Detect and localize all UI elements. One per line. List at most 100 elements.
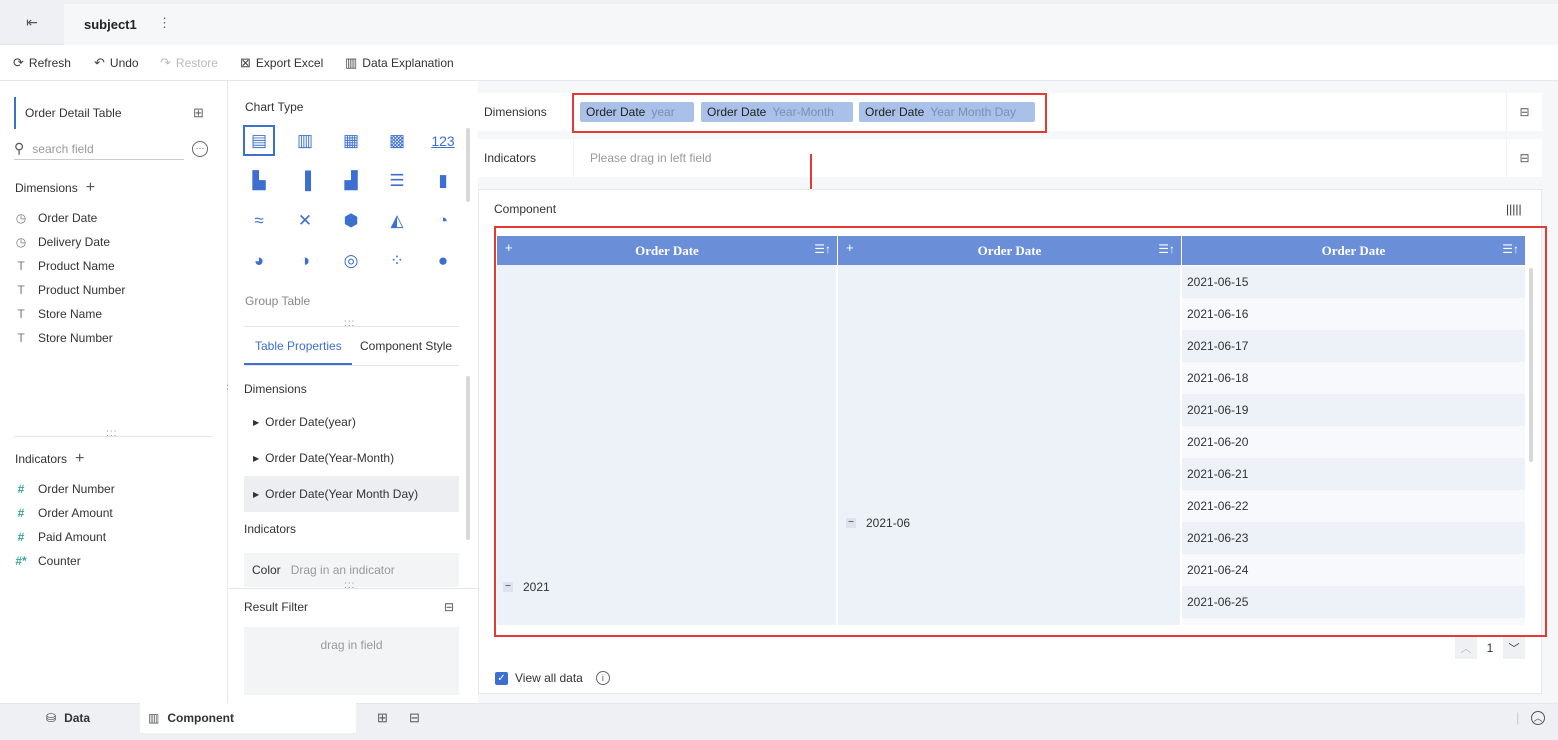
separator: |: [1516, 710, 1520, 725]
prop-dimension-item[interactable]: ▶ Order Date(Year Month Day): [244, 476, 459, 512]
prop-dimension-item[interactable]: ▶ Order Date(year): [244, 404, 459, 440]
line-chart-icon[interactable]: ≈: [243, 205, 275, 236]
gauge-chart-icon[interactable]: ◔: [427, 205, 459, 236]
field-store-name[interactable]: T Store Name: [15, 307, 102, 321]
restore-button[interactable]: ↷ Restore: [160, 55, 218, 71]
field-paid-amount[interactable]: # Paid Amount: [15, 530, 106, 544]
info-icon[interactable]: i: [595, 671, 610, 685]
component-tab[interactable]: ▥ Component: [140, 703, 356, 733]
number-type-icon: #: [17, 530, 25, 544]
search-icon: ⚲: [14, 140, 25, 156]
sunburst-chart-icon[interactable]: ◎: [335, 245, 367, 276]
mid-splitter-2[interactable]: :::: [344, 580, 355, 591]
counter-type-icon: #*: [15, 554, 27, 568]
expand-arrow-icon: ▶: [253, 453, 260, 463]
prev-page-icon[interactable]: ︿: [1455, 637, 1477, 659]
explanation-icon: ▥: [345, 55, 358, 70]
table-selector[interactable]: Order Detail Table: [14, 97, 212, 129]
scatter-chart-icon[interactable]: ⁘: [381, 245, 413, 276]
waterfall-chart-icon[interactable]: ▮: [427, 165, 459, 196]
field-order-number[interactable]: # Order Number: [15, 482, 115, 496]
result-filter-title: Result Filter: [244, 600, 309, 614]
rose-chart-icon[interactable]: ◑: [289, 245, 321, 276]
chart-type-scrollbar[interactable]: [466, 128, 470, 202]
undo-button[interactable]: ↶ Undo: [94, 55, 139, 71]
highlight-box-table: [494, 226, 1547, 637]
dashboard-chart-icon[interactable]: ▩: [381, 125, 413, 156]
prop-dimension-item[interactable]: ▶ Order Date(Year-Month): [244, 440, 459, 476]
expand-arrow-icon: ▶: [253, 417, 260, 427]
refresh-icon: ⟳: [13, 55, 24, 70]
bubble-chart-icon[interactable]: ●: [427, 245, 459, 276]
add-dimension-icon[interactable]: +: [86, 179, 95, 197]
collapse-up-icon[interactable]: ︿: [1531, 711, 1545, 725]
chart-type-title: Chart Type: [245, 100, 304, 114]
indicators-section: Indicators +: [15, 450, 85, 468]
text-type-icon: T: [17, 283, 25, 297]
column-chart-icon[interactable]: ▟: [335, 165, 367, 196]
stacked-bar-chart-icon[interactable]: ▙: [243, 165, 275, 196]
exit-icon[interactable]: ⇤: [20, 14, 44, 32]
dimensions-section: Dimensions +: [15, 179, 96, 197]
detail-table-chart-icon[interactable]: ▦: [335, 125, 367, 156]
number-type-icon: #: [17, 482, 25, 496]
checkbox-checked-icon[interactable]: ✓: [495, 671, 508, 685]
view-all-data[interactable]: ✓ View all data i: [495, 671, 610, 685]
add-dashboard-icon[interactable]: ⊟: [409, 710, 420, 726]
expand-arrow-icon: ▶: [253, 489, 260, 499]
cross-table-chart-icon[interactable]: ▥: [289, 125, 321, 156]
export-excel-button[interactable]: ⊠ Export Excel: [240, 55, 323, 71]
tab-title[interactable]: subject1: [84, 17, 137, 32]
indicators-shelf-label: Indicators: [478, 139, 574, 177]
active-tab-indicator: [244, 363, 352, 365]
field-product-name[interactable]: T Product Name: [15, 259, 114, 273]
add-component-icon[interactable]: ⊞: [377, 710, 388, 726]
text-type-icon: T: [17, 259, 25, 273]
clock-icon: ◷: [15, 235, 27, 249]
page-number: 1: [1486, 641, 1494, 655]
undo-icon: ↶: [94, 55, 105, 70]
divider: [14, 436, 212, 437]
next-page-icon[interactable]: ﹀: [1503, 637, 1525, 659]
data-tab[interactable]: ⛁ Data: [46, 703, 90, 733]
data-explanation-button[interactable]: ▥ Data Explanation: [345, 55, 454, 71]
area-chart-icon[interactable]: ◭: [381, 205, 413, 236]
tab-component-style[interactable]: Component Style: [360, 339, 452, 353]
more-icon[interactable]: ⋮: [158, 15, 171, 31]
field-product-number[interactable]: T Product Number: [15, 283, 125, 297]
chart-icon: ▥: [148, 711, 160, 725]
more-options-icon[interactable]: ···: [192, 141, 208, 157]
field-delivery-date[interactable]: ◷ Delivery Date: [15, 235, 110, 249]
refresh-button[interactable]: ⟳ Refresh: [13, 55, 71, 71]
shelf-settings-icon[interactable]: ⊟: [1506, 139, 1542, 177]
group-table-chart-icon[interactable]: ▤: [243, 125, 275, 156]
field-order-amount[interactable]: # Order Amount: [15, 506, 113, 520]
field-store-number[interactable]: T Store Number: [15, 331, 112, 345]
switch-table-icon[interactable]: ⊞: [193, 105, 204, 121]
kpi-number-icon[interactable]: 123: [427, 125, 459, 156]
panel-splitter[interactable]: :::: [106, 428, 117, 439]
pie-chart-icon[interactable]: ◕: [243, 245, 275, 276]
result-filter-drop-zone[interactable]: drag in field: [244, 627, 459, 695]
tab-table-properties[interactable]: Table Properties: [255, 339, 342, 353]
field-order-date[interactable]: ◷ Order Date: [15, 211, 98, 225]
field-counter[interactable]: #* Counter: [15, 554, 80, 568]
search-field[interactable]: ⚲ search field: [14, 138, 184, 160]
clock-icon: ◷: [15, 211, 27, 225]
multi-line-chart-icon[interactable]: ✕: [289, 205, 321, 236]
toolbar: [0, 45, 1558, 81]
database-icon: ⛁: [46, 711, 57, 725]
radar-chart-icon[interactable]: ⬢: [335, 205, 367, 236]
add-indicator-icon[interactable]: +: [75, 450, 84, 468]
shelf-settings-icon[interactable]: ⊟: [1506, 93, 1542, 131]
prop-dimensions-title: Dimensions: [244, 382, 307, 396]
pagination: ︿ 1 ﹀: [1455, 637, 1525, 659]
tab-subject[interactable]: [64, 4, 1558, 45]
barcode-icon[interactable]: |||||: [1506, 202, 1522, 216]
grouped-bar-chart-icon[interactable]: ▐: [289, 165, 321, 196]
selected-chart-type-label: Group Table: [245, 294, 311, 308]
prop-indicators-title: Indicators: [244, 522, 297, 536]
horizontal-bar-chart-icon[interactable]: ☰: [381, 165, 413, 196]
props-scrollbar[interactable]: [466, 376, 470, 540]
filter-settings-icon[interactable]: ⊟: [444, 600, 454, 614]
